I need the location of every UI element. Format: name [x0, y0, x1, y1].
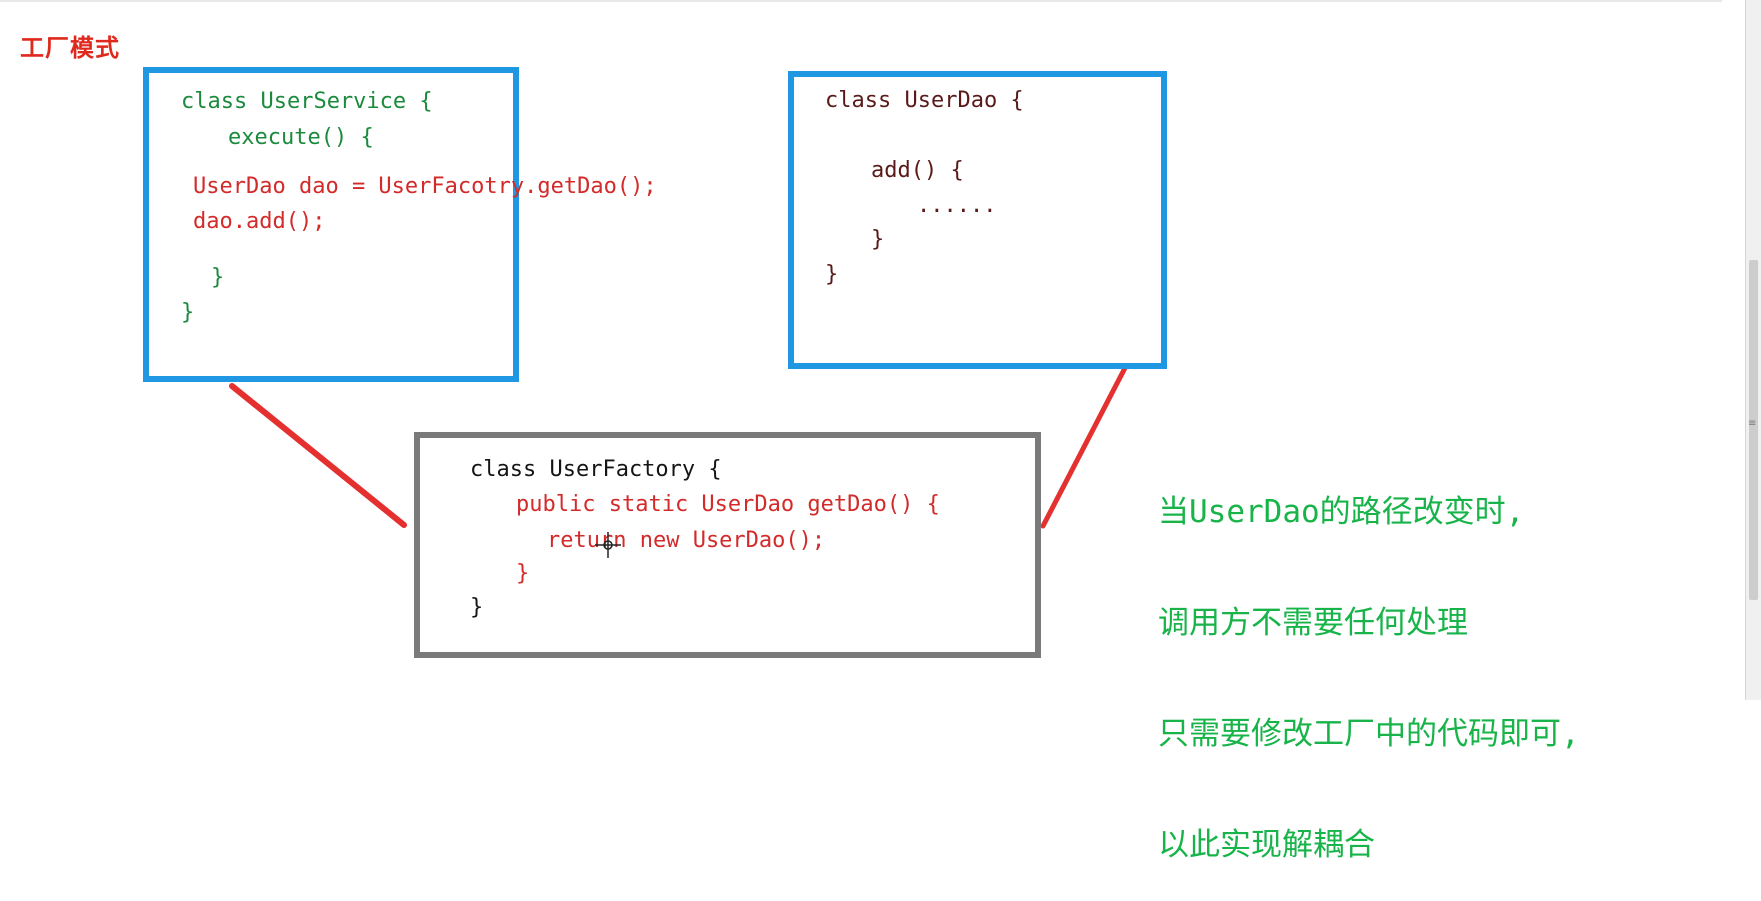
decoupling-note: 当UserDao的路径改变时, 调用方不需要任何处理 只需要修改工厂中的代码即可…	[1158, 420, 1580, 901]
user-dao-add-close: }	[871, 227, 885, 252]
scrollbar-thumb[interactable]	[1749, 260, 1758, 600]
top-border-line	[0, 0, 1722, 2]
user-dao-class-line: class UserDao {	[825, 88, 1024, 113]
user-dao-body-dots: ......	[917, 193, 997, 218]
user-factory-return-line: return new UserDao();	[547, 528, 826, 553]
user-factory-getdao-close: }	[516, 561, 530, 586]
user-factory-class-close: }	[470, 595, 484, 620]
user-dao-box	[788, 71, 1167, 369]
note-line-2: 调用方不需要任何处理	[1158, 605, 1468, 641]
user-service-class-line: class UserService {	[181, 89, 433, 114]
user-factory-class-line: class UserFactory {	[470, 457, 722, 482]
user-factory-getdao-line: public static UserDao getDao() {	[516, 492, 940, 517]
note-line-3: 只需要修改工厂中的代码即可,	[1158, 716, 1580, 752]
note-line-1: 当UserDao的路径改变时,	[1158, 494, 1525, 530]
user-service-getdao-line: UserDao dao = UserFacotry.getDao();	[193, 174, 657, 199]
user-dao-add-line: add() {	[871, 158, 964, 183]
note-line-4: 以此实现解耦合	[1158, 827, 1375, 863]
vertical-scrollbar[interactable]: ≡	[1745, 0, 1761, 700]
user-dao-class-close: }	[825, 262, 839, 287]
page-title: 工厂模式	[20, 34, 120, 62]
crosshair-cursor-icon	[595, 532, 621, 558]
user-service-add-line: dao.add();	[193, 209, 326, 234]
user-service-class-close: }	[181, 300, 195, 325]
scrollbar-grip-icon: ≡	[1748, 418, 1757, 429]
connector-service-factory	[229, 383, 407, 528]
connector-dao-factory	[1040, 363, 1129, 529]
user-service-execute-close: }	[211, 265, 225, 290]
user-service-execute-line: execute() {	[228, 125, 374, 150]
